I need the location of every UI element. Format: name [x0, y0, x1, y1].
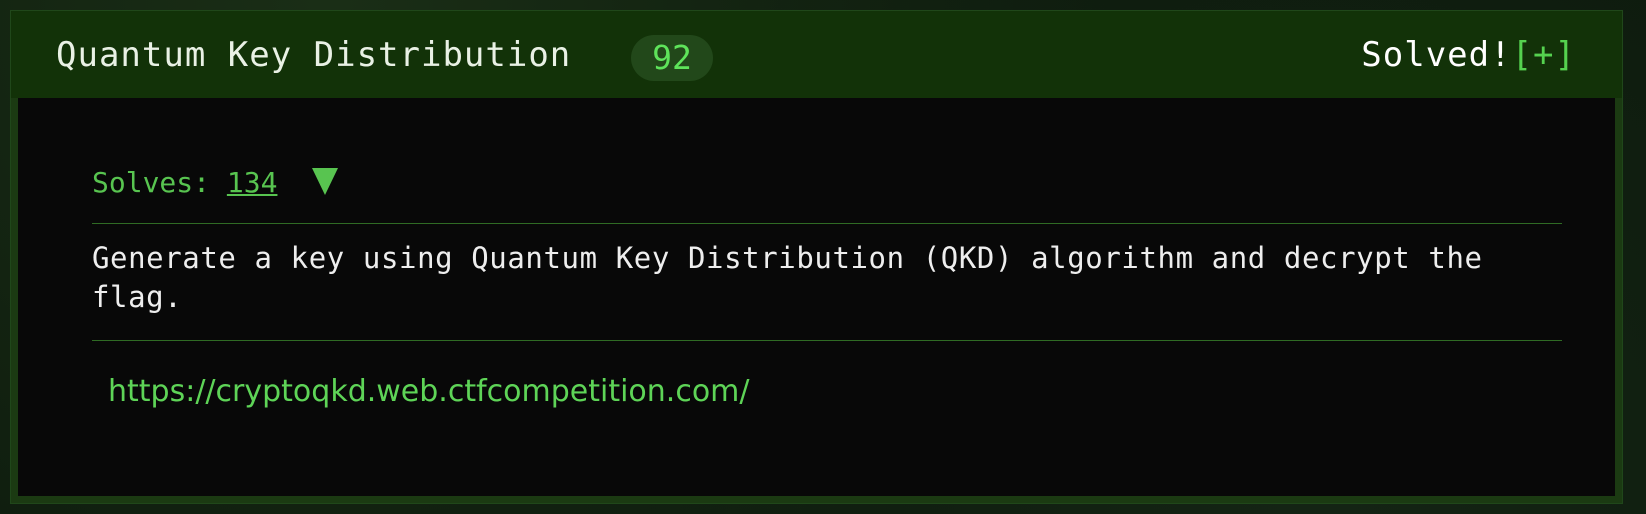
challenge-card: Quantum Key Distribution 92 Solved![+] S…: [10, 10, 1623, 504]
solves-label: Solves:: [92, 166, 211, 199]
challenge-description: Generate a key using Quantum Key Distrib…: [92, 241, 1483, 314]
challenge-title: Quantum Key Distribution: [56, 35, 572, 75]
divider: [92, 223, 1562, 224]
solved-status: Solved![+]: [1361, 35, 1576, 75]
solves-count-link[interactable]: 134: [227, 166, 278, 199]
solved-status-label: Solved!: [1361, 35, 1512, 75]
challenge-body: Solves: 134 Generate a key using Quantum…: [18, 98, 1615, 496]
solves-row: Solves: 134: [92, 166, 339, 199]
points-badge: 92: [631, 35, 713, 81]
challenge-header[interactable]: Quantum Key Distribution 92 Solved![+]: [11, 11, 1622, 98]
divider: [92, 340, 1562, 341]
caret-down-icon[interactable]: [312, 168, 339, 195]
challenge-url-link[interactable]: https://cryptoqkd.web.ctfcompetition.com…: [108, 374, 750, 409]
expand-toggle[interactable]: [+]: [1512, 35, 1576, 75]
